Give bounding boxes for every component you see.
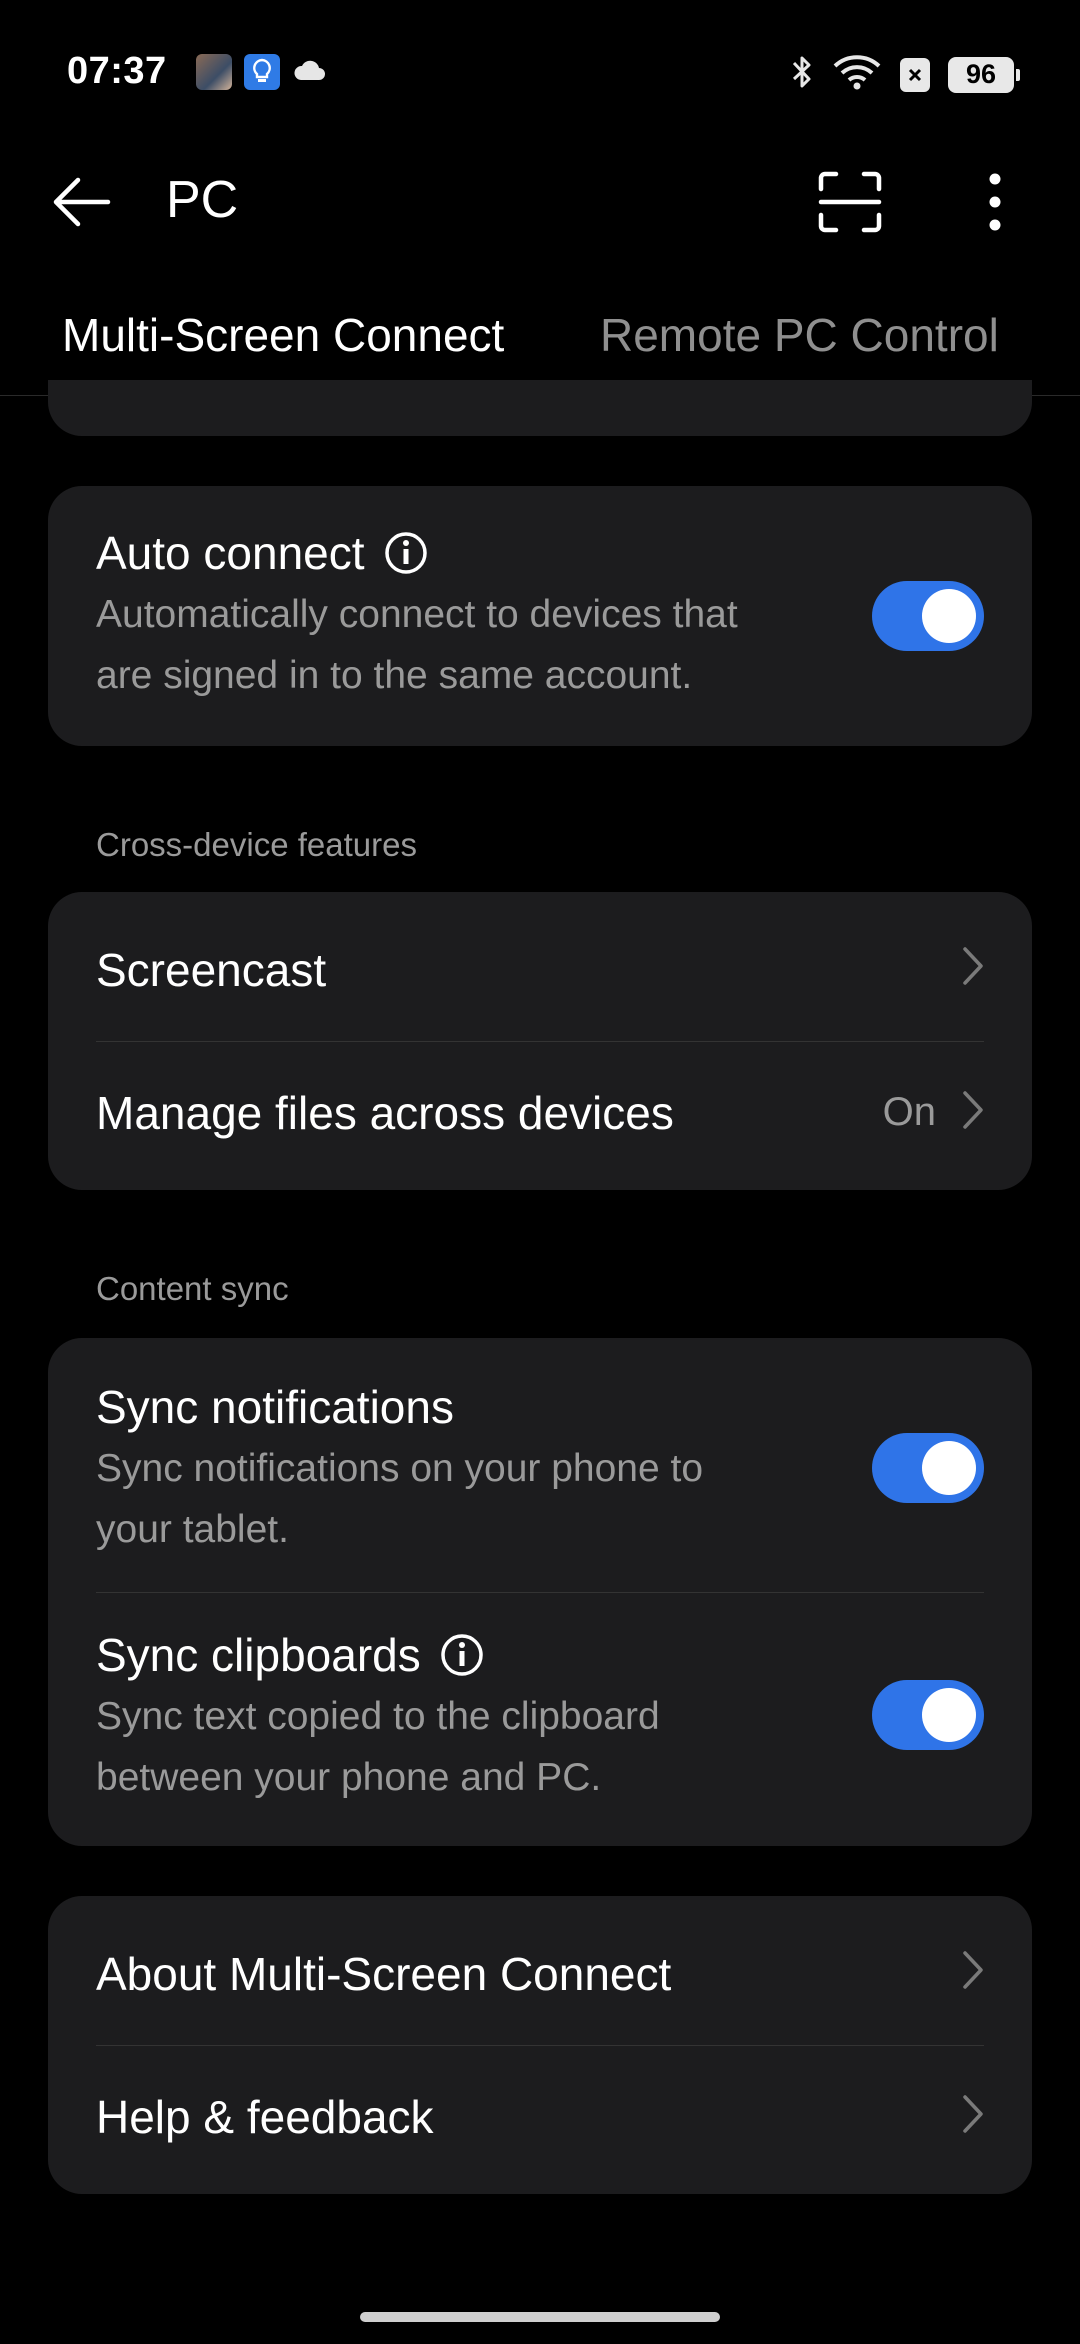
help-feedback-row[interactable]: Help & feedback	[48, 2046, 1032, 2194]
sync-notifications-row: Sync notifications Sync notifications on…	[96, 1380, 984, 1560]
tab-multi-screen-connect[interactable]: Multi-Screen Connect	[62, 308, 504, 362]
auto-connect-label: Auto connect	[96, 527, 365, 579]
screencast-row[interactable]: Screencast	[48, 892, 1032, 1041]
sync-notifications-title: Sync notifications	[96, 1381, 454, 1433]
status-right: 96	[790, 54, 1020, 95]
sync-notifications-description: Sync notifications on your phone to your…	[96, 1438, 984, 1560]
cloud-icon	[292, 58, 326, 87]
info-icon[interactable]	[439, 1632, 485, 1678]
auto-connect-description: Automatically connect to devices that ar…	[96, 584, 984, 706]
help-feedback-label: Help & feedback	[96, 2091, 434, 2143]
more-options-button[interactable]	[960, 164, 1030, 240]
chevron-right-icon	[958, 944, 988, 988]
battery-level: 96	[965, 59, 997, 89]
toggle-knob	[922, 1441, 976, 1495]
about-label: About Multi-Screen Connect	[96, 1948, 672, 2000]
scrolled-card-stub	[48, 380, 1032, 436]
manage-files-label: Manage files across devices	[96, 1087, 674, 1139]
page-title: PC	[166, 171, 239, 229]
notification-icons	[196, 54, 326, 90]
status-time: 07:37	[67, 50, 167, 92]
game-thumbnail-icon	[196, 54, 232, 90]
auto-connect-title: Auto connect	[96, 526, 984, 580]
auto-connect-row: Auto connect Automatically connect to de…	[96, 526, 984, 706]
scan-icon	[818, 171, 882, 233]
sync-notifications-toggle[interactable]	[872, 1433, 984, 1503]
cross-device-header: Cross-device features	[96, 826, 417, 863]
sync-clipboards-label: Sync clipboards	[96, 1629, 421, 1681]
home-indicator[interactable]	[360, 2312, 720, 2322]
bluetooth-icon	[790, 54, 814, 95]
info-icon[interactable]	[383, 530, 429, 576]
battery-icon: 96	[948, 56, 1020, 93]
tab-remote-pc-control[interactable]: Remote PC Control	[600, 308, 999, 362]
chevron-right-icon	[958, 1948, 988, 1992]
screencast-label: Screencast	[96, 944, 327, 996]
content-sync-header: Content sync	[96, 1270, 289, 1307]
back-arrow-icon	[53, 177, 111, 227]
chevron-right-icon	[958, 1088, 988, 1132]
sync-clipboards-description-line2: between your phone and PC.	[96, 1756, 602, 1799]
toggle-knob	[922, 1688, 976, 1742]
more-vertical-icon	[989, 173, 1001, 231]
auto-connect-toggle[interactable]	[872, 581, 984, 651]
status-bar: 07:37 96	[0, 0, 1080, 150]
content-sync-card: Sync notifications Sync notifications on…	[48, 1338, 1032, 1846]
sync-notifications-description-line1: Sync notifications on your phone to	[96, 1447, 704, 1490]
manage-files-value: On	[882, 1090, 936, 1134]
scan-button[interactable]	[812, 164, 888, 240]
auto-connect-card: Auto connect Automatically connect to de…	[48, 486, 1032, 746]
back-button[interactable]	[46, 166, 118, 238]
chevron-right-icon	[958, 2092, 988, 2136]
about-row[interactable]: About Multi-Screen Connect	[48, 1896, 1032, 2045]
manage-files-row[interactable]: Manage files across devices On	[48, 1042, 1032, 1190]
sim-off-icon	[900, 57, 930, 92]
cross-device-card: Screencast Manage files across devices O…	[48, 892, 1032, 1190]
sync-clipboards-description-line1: Sync text copied to the clipboard	[96, 1695, 660, 1738]
lightbulb-icon	[244, 54, 280, 90]
sync-clipboards-toggle[interactable]	[872, 1680, 984, 1750]
about-card: About Multi-Screen Connect Help & feedba…	[48, 1896, 1032, 2194]
toggle-knob	[922, 589, 976, 643]
sync-clipboards-description: Sync text copied to the clipboard betwee…	[96, 1686, 984, 1808]
wifi-icon	[832, 54, 882, 95]
sync-clipboards-row: Sync clipboards Sync text copied to the …	[96, 1628, 984, 1808]
auto-connect-description-line1: Automatically connect to devices that	[96, 593, 738, 636]
auto-connect-description-line2: are signed in to the same account.	[96, 654, 693, 697]
app-bar: PC	[0, 150, 1080, 250]
sync-clipboards-title: Sync clipboards	[96, 1628, 984, 1682]
divider	[96, 1592, 984, 1593]
sync-notifications-description-line2: your tablet.	[96, 1508, 289, 1551]
